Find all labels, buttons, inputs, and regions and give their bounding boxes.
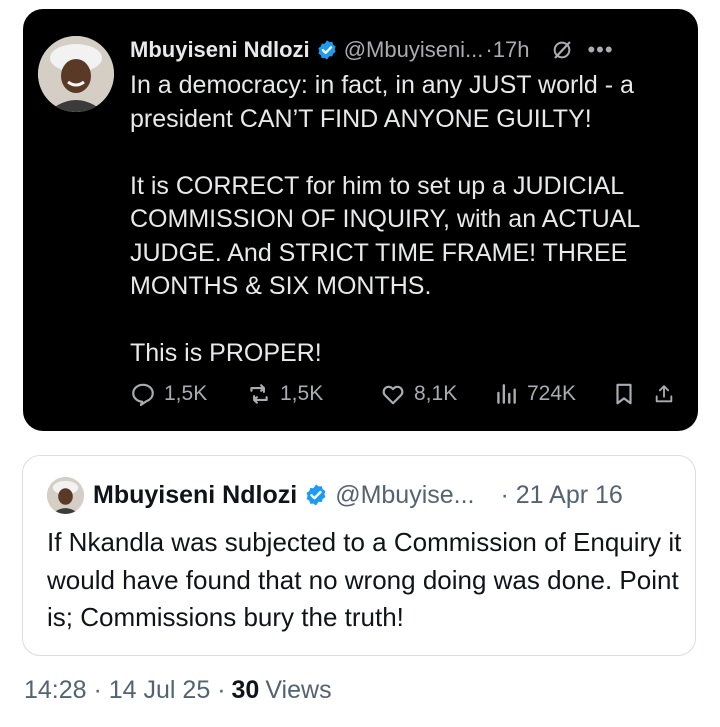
tweet-paragraph: This is PROPER! [130, 339, 322, 367]
quoted-author-name[interactable]: Mbuyiseni Ndlozi [93, 481, 297, 510]
avatar[interactable] [38, 36, 114, 112]
main-tweet-card[interactable]: Mbuyiseni Ndlozi @Mbuyiseni... · 17h •••… [23, 9, 698, 431]
quoted-tweet-card[interactable]: Mbuyiseni Ndlozi @Mbuyise... · 21 Apr 16… [22, 455, 696, 656]
tweet-actions: 1,5K 1,5K 8,1K 724K [130, 377, 685, 411]
tweet-header: Mbuyiseni Ndlozi @Mbuyiseni... · 17h ••• [130, 35, 680, 65]
quoted-avatar[interactable] [47, 477, 84, 514]
grok-icon[interactable] [551, 39, 573, 61]
repost-count: 1,5K [280, 382, 324, 405]
quoted-tweet-text: If Nkandla was subjected to a Commission… [47, 527, 682, 632]
verified-badge-icon [318, 40, 336, 60]
repost-icon [250, 384, 268, 404]
quoted-tweet-header: Mbuyiseni Ndlozi @Mbuyise... · 21 Apr 16 [93, 478, 675, 512]
views-total: 30 [231, 675, 260, 704]
share-icon [655, 385, 673, 403]
quoted-author-handle[interactable]: @Mbuyise... [335, 481, 474, 510]
tweet-meta: 14:28 · 14 Jul 25 · 30 Views [24, 672, 332, 708]
quoted-tweet-date: · 21 Apr 16 [500, 480, 623, 509]
views-count: 724K [527, 382, 577, 405]
views-button[interactable]: 724K [493, 381, 611, 407]
like-icon [382, 385, 404, 405]
bookmark-button[interactable] [611, 381, 653, 407]
verified-badge-icon [306, 484, 326, 506]
tweet-paragraph: It is CORRECT for him to set up a JUDICI… [130, 171, 640, 301]
tweet-time[interactable]: 17h [493, 37, 530, 63]
author-name[interactable]: Mbuyiseni Ndlozi [130, 37, 310, 63]
bookmark-icon [616, 383, 632, 405]
tweet-text: In a democracy: in fact, in any JUST wor… [130, 69, 690, 371]
tweet-paragraph: In a democracy: in fact, in any JUST wor… [130, 71, 634, 133]
repost-button[interactable]: 1,5K [246, 381, 380, 407]
reply-button[interactable]: 1,5K [130, 381, 246, 407]
like-count: 8,1K [414, 382, 458, 405]
author-handle[interactable]: @Mbuyiseni... [344, 37, 484, 63]
tweet-separator: · [485, 37, 493, 62]
more-icon[interactable]: ••• [587, 39, 613, 61]
tweet-timestamp[interactable]: 14:28 · 14 Jul 25 · [24, 676, 226, 705]
share-button[interactable] [653, 381, 683, 407]
like-button[interactable]: 8,1K [380, 381, 493, 407]
views-label: Views [265, 675, 332, 704]
reply-count: 1,5K [164, 382, 208, 405]
reply-icon [132, 383, 154, 407]
views-icon [497, 384, 516, 404]
